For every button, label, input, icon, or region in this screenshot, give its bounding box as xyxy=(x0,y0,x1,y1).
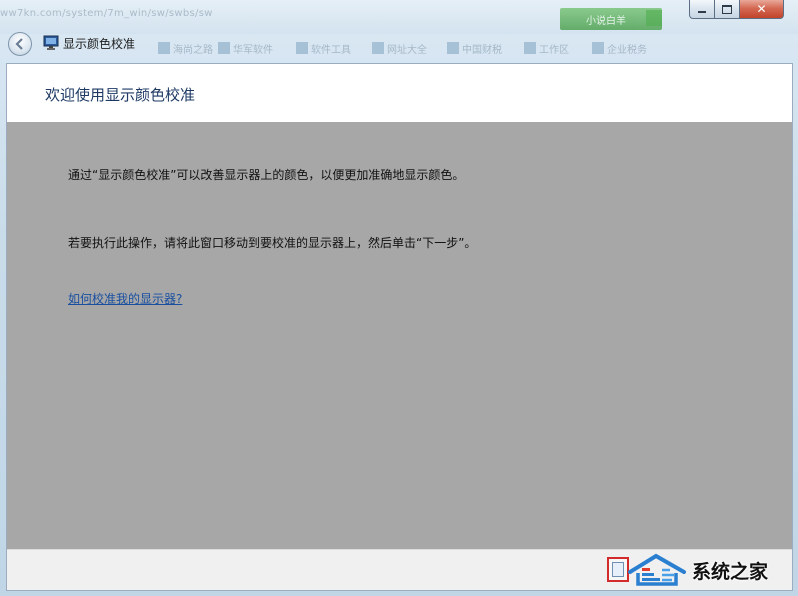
background-green-square xyxy=(646,10,662,26)
bookmark-icon xyxy=(372,42,384,54)
close-button[interactable]: ✕ xyxy=(740,0,784,19)
window-title: 显示颜色校准 xyxy=(63,37,136,51)
bookmark-icon xyxy=(296,42,308,54)
house-logo-icon xyxy=(628,553,686,586)
background-bookmark: 企业税务 xyxy=(592,41,647,56)
maximize-button[interactable] xyxy=(715,0,740,19)
caption-buttons: ✕ xyxy=(689,0,784,19)
instruction-paragraph: 若要执行此操作，请将此窗口移动到要校准的显示器上，然后单击“下一步”。 xyxy=(68,236,477,250)
bookmark-icon xyxy=(592,42,604,54)
minimize-button[interactable] xyxy=(689,0,715,19)
maximize-icon xyxy=(722,4,732,14)
help-link[interactable]: 如何校准我的显示器? xyxy=(68,290,182,307)
dialog-client-area: 欢迎使用显示颜色校准 通过“显示颜色校准”可以改善显示器上的颜色，以便更加准确地… xyxy=(6,63,793,591)
close-icon: ✕ xyxy=(756,2,767,16)
minimize-icon xyxy=(698,11,706,13)
background-bookmark: 工作区 xyxy=(524,41,569,56)
background-bookmark: 中国财税 xyxy=(447,41,502,56)
header-area: 欢迎使用显示颜色校准 xyxy=(7,64,792,122)
background-bookmark: 网址大全 xyxy=(372,41,427,56)
background-green-button-label: 小说白羊 xyxy=(586,16,626,27)
watermark-text: 系统之家 xyxy=(692,560,769,583)
next-button-face xyxy=(612,562,624,577)
bookmark-icon xyxy=(524,42,536,54)
back-button[interactable] xyxy=(8,32,32,56)
background-bookmark: 海尚之路 xyxy=(158,41,213,56)
background-bookmark: 华军软件 xyxy=(218,41,273,56)
background-browser-strip: ww7kn.com/system/7m_win/sw/swbs/sw 小说白羊 xyxy=(0,0,798,34)
background-bookmark: 软件工具 xyxy=(296,41,351,56)
bookmark-icon xyxy=(158,42,170,54)
intro-paragraph: 通过“显示颜色校准”可以改善显示器上的颜色，以便更加准确地显示颜色。 xyxy=(68,168,465,182)
bookmark-icon xyxy=(447,42,459,54)
monitor-icon xyxy=(43,35,59,50)
content-area: 通过“显示颜色校准”可以改善显示器上的颜色，以便更加准确地显示颜色。 若要执行此… xyxy=(7,122,792,549)
bookmark-icon xyxy=(218,42,230,54)
background-url: ww7kn.com/system/7m_win/sw/swbs/sw xyxy=(0,8,213,19)
back-arrow-icon xyxy=(15,38,23,50)
page-title: 欢迎使用显示颜色校准 xyxy=(45,86,196,104)
watermark: 系统之家 xyxy=(626,549,794,591)
